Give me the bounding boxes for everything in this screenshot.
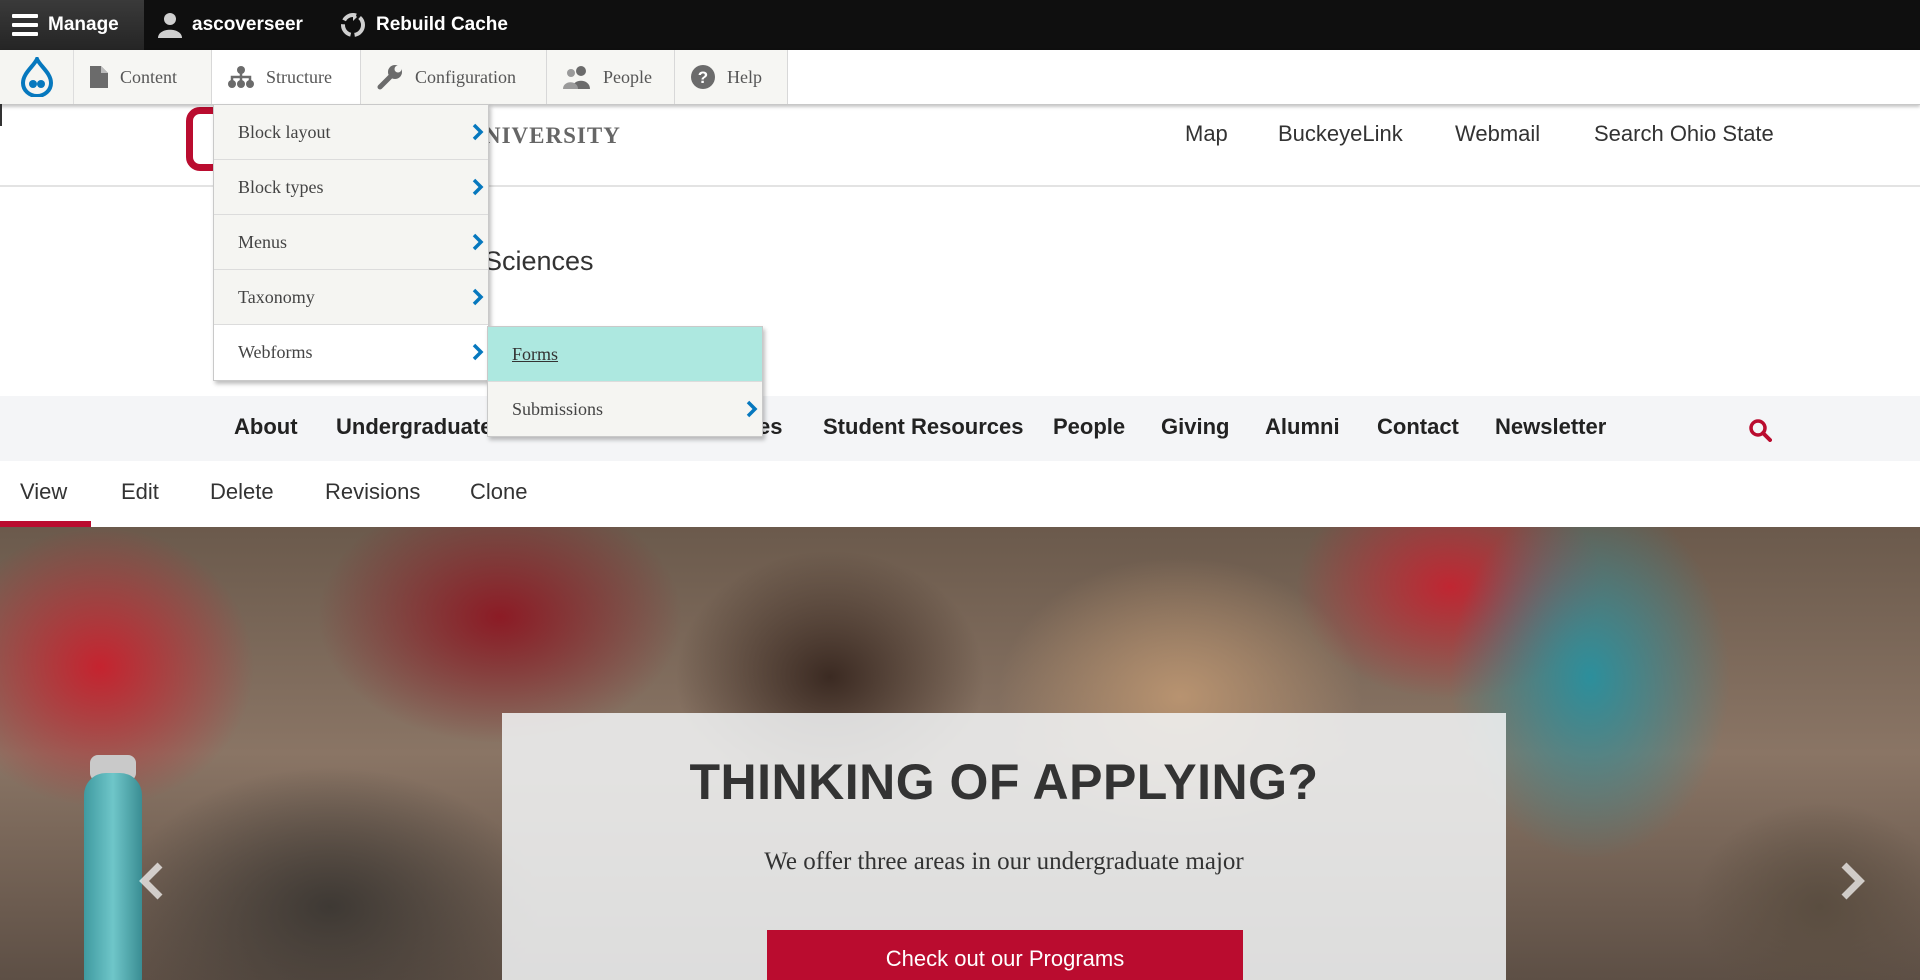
nav-student-resources[interactable]: Student Resources — [823, 414, 1024, 440]
drupal-drop-icon — [20, 57, 54, 97]
tab-people[interactable]: People — [547, 50, 675, 104]
tab-content-label: Content — [120, 66, 177, 87]
hero-photo-detail — [84, 773, 142, 980]
tab-structure-label: Structure — [266, 66, 332, 87]
rebuild-cache-label: Rebuild Cache — [376, 14, 508, 35]
nav-people[interactable]: People — [1053, 414, 1125, 440]
main-navigation: About Undergraduate es Student Resources… — [0, 396, 1920, 461]
tab-edit[interactable]: Edit — [121, 479, 159, 505]
help-icon: ? — [691, 65, 715, 89]
link-map[interactable]: Map — [1185, 121, 1228, 147]
hero-caption-panel: THINKING OF APPLYING? We offer three are… — [502, 713, 1506, 980]
nav-undergraduate[interactable]: Undergraduate — [336, 414, 492, 440]
menu-item-block-layout[interactable]: Block layout — [214, 105, 488, 160]
tab-structure[interactable]: Structure — [212, 50, 361, 104]
menu-item-label: Taxonomy — [238, 286, 315, 307]
manage-button[interactable]: Manage — [0, 0, 144, 50]
menu-item-forms[interactable]: Forms — [488, 327, 762, 382]
tab-configuration[interactable]: Configuration — [361, 50, 547, 104]
nav-about[interactable]: About — [234, 414, 298, 440]
hero-heading: THINKING OF APPLYING? — [689, 754, 1319, 810]
user-icon — [158, 12, 182, 38]
menu-item-label: Webforms — [238, 342, 313, 362]
university-wordmark[interactable]: NIVERSITY — [484, 123, 621, 149]
carousel-next-icon[interactable] — [1838, 861, 1868, 901]
menu-item-label: Submissions — [512, 399, 604, 419]
link-search-ohio-state[interactable]: Search Ohio State — [1594, 121, 1774, 147]
file-icon — [90, 66, 108, 88]
admin-toolbar: Manage ascoverseer Rebuild Cache — [0, 0, 1920, 50]
user-account-button[interactable]: ascoverseer — [158, 0, 303, 50]
tab-revisions[interactable]: Revisions — [325, 479, 420, 505]
tab-view[interactable]: View — [20, 479, 67, 505]
admin-tray: Content Structure Configuration People ?… — [0, 50, 1920, 105]
rebuild-cache-button[interactable]: Rebuild Cache — [340, 0, 508, 50]
people-icon — [563, 65, 591, 89]
hero-carousel: THINKING OF APPLYING? We offer three are… — [0, 527, 1920, 980]
local-tasks-tabs: View Edit Delete Revisions Clone — [0, 461, 1920, 527]
menu-item-submissions[interactable]: Submissions — [488, 382, 762, 437]
manage-label: Manage — [48, 14, 119, 35]
wrench-icon — [377, 64, 403, 90]
menu-item-webforms[interactable]: Webforms — [214, 325, 488, 380]
chevron-right-icon — [472, 288, 484, 306]
edge-marker — [0, 104, 2, 126]
menu-item-block-types[interactable]: Block types — [214, 160, 488, 215]
chevron-right-icon — [472, 233, 484, 251]
site-title[interactable]: Sciences — [484, 246, 594, 277]
sitemap-icon — [228, 66, 254, 88]
recycle-icon — [340, 12, 366, 38]
nav-giving[interactable]: Giving — [1161, 414, 1229, 440]
nav-contact[interactable]: Contact — [1377, 414, 1459, 440]
link-buckeyelink[interactable]: BuckeyeLink — [1278, 121, 1403, 147]
chevron-right-icon — [472, 178, 484, 196]
nav-newsletter[interactable]: Newsletter — [1495, 414, 1606, 440]
menu-item-label: Block layout — [238, 121, 331, 142]
tab-delete[interactable]: Delete — [210, 479, 274, 505]
tab-help-label: Help — [727, 66, 762, 87]
menu-item-label: Menus — [238, 231, 287, 252]
chevron-right-icon — [472, 343, 484, 361]
hamburger-icon — [12, 13, 38, 37]
svg-text:?: ? — [698, 68, 708, 87]
tab-people-label: People — [603, 66, 652, 87]
search-icon[interactable] — [1748, 418, 1772, 442]
menu-item-taxonomy[interactable]: Taxonomy — [214, 270, 488, 325]
tab-content[interactable]: Content — [74, 50, 212, 104]
programs-cta-button[interactable]: Check out our Programs — [767, 930, 1243, 980]
carousel-prev-icon[interactable] — [136, 861, 166, 901]
tab-clone[interactable]: Clone — [470, 479, 527, 505]
chevron-right-icon — [472, 123, 484, 141]
nav-alumni[interactable]: Alumni — [1265, 414, 1340, 440]
tab-configuration-label: Configuration — [415, 66, 516, 87]
drupal-home-link[interactable] — [0, 50, 74, 104]
structure-dropdown-menu: Block layout Block types Menus Taxonomy … — [213, 104, 489, 381]
link-webmail[interactable]: Webmail — [1455, 121, 1540, 147]
hero-subheading: We offer three areas in our undergraduat… — [764, 848, 1244, 875]
chevron-right-icon — [746, 400, 758, 418]
webforms-flyout-menu: Forms Submissions — [487, 326, 763, 437]
menu-item-label: Forms — [512, 343, 559, 364]
user-label: ascoverseer — [192, 14, 303, 35]
menu-item-menus[interactable]: Menus — [214, 215, 488, 270]
menu-item-label: Block types — [238, 176, 324, 197]
tab-help[interactable]: ? Help — [675, 50, 788, 104]
